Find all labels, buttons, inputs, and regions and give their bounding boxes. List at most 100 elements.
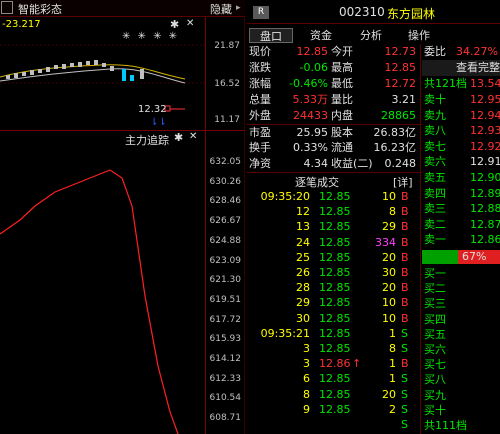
buy-level[interactable]: 买二 xyxy=(422,281,500,297)
tab-pankou[interactable]: 盘口 xyxy=(249,28,293,43)
sell-level[interactable]: 卖七 12.92 xyxy=(422,139,500,155)
sell-level-label: 卖八 xyxy=(424,124,446,138)
dropdown-icon[interactable]: ▸ xyxy=(236,3,243,13)
sell-total-row: 共121档 13.54 xyxy=(422,76,500,92)
trade-side: B xyxy=(401,235,409,249)
sell-level[interactable]: 卖六 12.91 xyxy=(422,154,500,170)
trade-time: 12 xyxy=(296,205,310,219)
quote-row: 总量 5.33万 量比 3.21 xyxy=(247,92,420,108)
trade-row: 09:35:20 12.85 10 B xyxy=(247,189,420,204)
main-axis-label: 628.46 xyxy=(209,196,242,207)
trade-time: 3 xyxy=(303,342,310,355)
quote-label: 外盘 xyxy=(249,109,271,122)
trade-side: B xyxy=(401,296,409,310)
buy-level[interactable]: 买九 xyxy=(422,388,500,404)
trade-row: 26 12.85 30 B xyxy=(247,265,420,280)
sell-level-price: 12.92 xyxy=(470,139,500,153)
sell-level-price: 12.91 xyxy=(470,155,500,169)
sell-level[interactable]: 卖二 12.87 xyxy=(422,217,500,233)
trade-volume: 1 xyxy=(389,357,396,371)
tab-operation[interactable]: 操作 xyxy=(397,28,441,43)
buy-level[interactable]: 买八 xyxy=(422,372,500,388)
trade-price: 12.85 xyxy=(319,326,351,340)
trade-side: S xyxy=(401,326,408,340)
trade-time: 9 xyxy=(303,402,310,416)
sell-total-label: 共121档 xyxy=(424,77,467,90)
view-full-link[interactable]: 查看完整 xyxy=(456,60,500,76)
sell-level[interactable]: 卖四 12.89 xyxy=(422,186,500,202)
main-close-icon[interactable]: ✕ xyxy=(189,131,197,142)
sell-level[interactable]: 卖十 12.95 xyxy=(422,92,500,108)
trade-volume: 20 xyxy=(382,387,396,401)
chart-panel: -23.217 智能彩态 隐藏 ▸ -23.217 ✱ ✕ ✳ ✳ ✳ ✳ 21… xyxy=(0,0,245,434)
trade-time: 25 xyxy=(296,250,310,264)
sell-level[interactable]: 卖八 12.93 xyxy=(422,123,500,139)
trade-time: 8 xyxy=(303,387,310,401)
buy-level-label: 买九 xyxy=(424,388,446,402)
quote-value: 12.85 xyxy=(296,45,329,58)
view-full-row[interactable]: 查看完整 xyxy=(422,60,500,77)
main-axis-label: 626.67 xyxy=(209,216,242,227)
order-ratio-value: 34.27% xyxy=(456,45,498,58)
sell-level-price: 12.95 xyxy=(470,93,500,106)
sell-level[interactable]: 卖九 12.94 xyxy=(422,108,500,124)
main-axis-label: 615.93 xyxy=(209,334,242,345)
stock-code: 002310 xyxy=(339,5,385,19)
trade-row: 09:35:21 12.85 1 S xyxy=(247,326,420,341)
main-axis-label: 621.30 xyxy=(209,275,242,286)
ratio-bar: 67% xyxy=(422,248,500,266)
sell-level-label: 卖四 xyxy=(424,186,446,200)
trade-price: 12.85 xyxy=(319,266,351,279)
buy-level[interactable]: 买四 xyxy=(422,312,500,328)
quote-panel: R 002310 东方园林 盘口 资金 分析 操作 现价 12.85 今开 12.73… xyxy=(247,0,500,434)
trade-row: 24 12.85 334 B xyxy=(247,235,420,250)
buy-level[interactable]: 买七 xyxy=(422,357,500,373)
sell-level[interactable]: 卖三 12.88 xyxy=(422,201,500,217)
trades-detail-button[interactable]: [详] xyxy=(393,174,413,190)
quote-label: 今开 xyxy=(331,45,353,58)
trade-volume: 20 xyxy=(382,281,396,295)
collapse-icon[interactable] xyxy=(1,1,13,14)
tab-funds[interactable]: 资金 xyxy=(299,28,343,43)
trade-side: B xyxy=(401,281,409,295)
trade-price: 12.85 xyxy=(319,372,351,386)
trade-time: 3 xyxy=(303,357,310,371)
ratio-value: 67% xyxy=(462,250,487,263)
trades-list: 09:35:20 12.85 10 B 12 12.85 8 B 13 12.85 29 B 24 12.… xyxy=(247,189,420,434)
quote-label: 收益(二) xyxy=(331,157,373,170)
trade-side: B xyxy=(401,220,409,234)
buy-level-label: 买一 xyxy=(424,267,446,280)
sell-level-price: 12.89 xyxy=(470,186,500,200)
buy-level[interactable]: 买六 xyxy=(422,342,500,358)
trade-side: B xyxy=(401,266,409,279)
quote-label: 净资 xyxy=(249,157,271,170)
buy-level[interactable]: 买一 xyxy=(422,266,500,282)
main-axis: 632.05 630.26 628.46 626.67 624.88 623.09 621.… xyxy=(205,146,245,434)
quote-label: 内盘 xyxy=(331,109,353,122)
main-axis-label: 623.09 xyxy=(209,255,242,266)
tab-analysis[interactable]: 分析 xyxy=(349,28,393,43)
quote-label: 现价 xyxy=(249,45,271,58)
trade-row: 13 12.85 29 B xyxy=(247,219,420,234)
trade-side: S xyxy=(401,342,408,355)
trade-price: 12.85 xyxy=(319,387,351,401)
kline-chart xyxy=(0,44,205,112)
margin-badge: R xyxy=(253,6,269,19)
trade-row: 9 12.85 2 S xyxy=(247,402,420,417)
main-settings-icon[interactable]: ✱ xyxy=(174,131,183,144)
sell-level[interactable]: 卖五 12.90 xyxy=(422,170,500,186)
trade-side: B xyxy=(401,250,409,264)
buy-level[interactable]: 买十 xyxy=(422,403,500,419)
sell-level[interactable]: 卖一 12.86 xyxy=(422,232,500,248)
indicator-header: 智能彩态 隐藏 ▸ xyxy=(0,0,245,17)
quote-label: 股本 xyxy=(331,126,353,139)
quote-value: 24433 xyxy=(293,109,328,122)
quote-label: 最高 xyxy=(331,61,353,74)
hide-button[interactable]: 隐藏 xyxy=(210,1,232,17)
buy-level-label: 买七 xyxy=(424,358,446,372)
buy-level[interactable]: 买五 xyxy=(422,327,500,343)
buy-level-label: 买三 xyxy=(424,297,446,311)
buy-level[interactable]: 买三 xyxy=(422,296,500,312)
trade-price: 12.85 xyxy=(319,281,351,295)
ratio-bar-buy xyxy=(422,250,458,264)
